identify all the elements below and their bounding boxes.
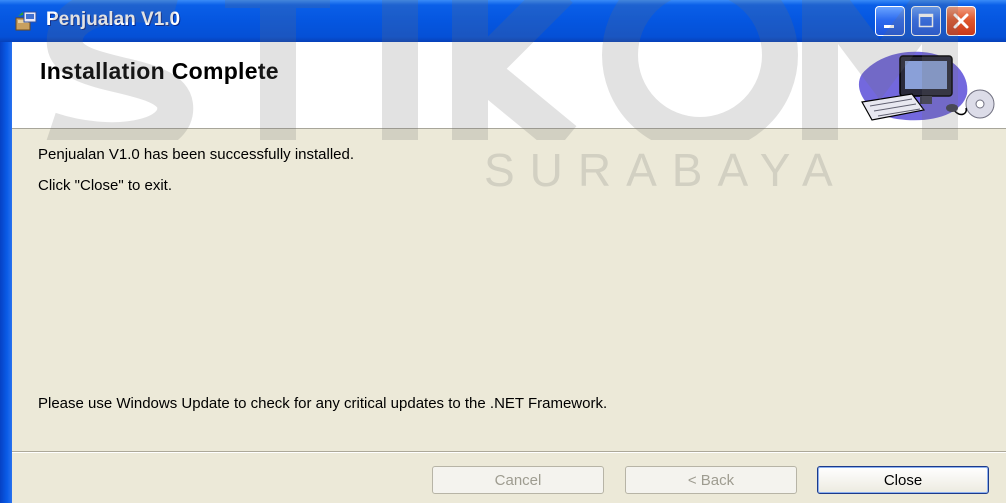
page-title: Installation Complete <box>40 58 279 84</box>
close-button[interactable]: Close <box>817 466 989 494</box>
title-bar[interactable]: Penjualan V1.0 <box>0 0 1006 42</box>
installer-icon <box>15 11 37 31</box>
close-icon <box>953 13 969 29</box>
maximize-icon <box>918 13 934 28</box>
close-window-button[interactable] <box>946 6 976 36</box>
maximize-button[interactable] <box>911 6 941 36</box>
back-button[interactable]: < Back <box>625 466 797 494</box>
minimize-button[interactable] <box>875 6 905 36</box>
minimize-icon <box>884 25 894 28</box>
installer-window: Penjualan V1.0 Installation Complete Pen… <box>0 0 1006 503</box>
cancel-button[interactable]: Cancel <box>432 466 604 494</box>
windows-update-notice: Please use Windows Update to check for a… <box>38 395 608 412</box>
header-banner: Installation Complete <box>12 42 1006 129</box>
exit-instruction: Click "Close" to exit. <box>38 177 173 194</box>
footer-separator <box>12 451 1006 453</box>
window-title: Penjualan V1.0 <box>46 9 181 30</box>
content-area: Penjualan V1.0 has been successfully ins… <box>12 129 1006 451</box>
success-message: Penjualan V1.0 has been successfully ins… <box>38 146 355 163</box>
window-frame-left <box>0 42 12 503</box>
computer-illustration <box>858 51 995 121</box>
